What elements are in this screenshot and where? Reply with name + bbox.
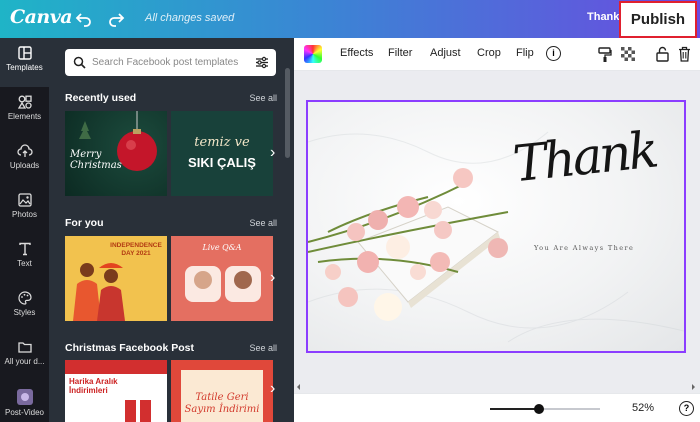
see-all-for-you[interactable]: See all [249, 218, 277, 228]
template-thumb[interactable]: Live Q&A [171, 236, 273, 321]
rail-item-text[interactable]: Text [0, 234, 49, 283]
thumb-text: Merry Christmas [70, 149, 122, 171]
editor-toolbar: Effects Filter Adjust Crop Flip i [294, 38, 700, 71]
trash-icon[interactable] [678, 46, 691, 62]
transparency-icon[interactable] [621, 47, 635, 61]
rail-item-photos[interactable]: Photos [0, 185, 49, 234]
rail-item-templates[interactable]: Templates [0, 38, 49, 87]
effects-button[interactable]: Effects [340, 47, 373, 59]
section-title-for-you: For you [65, 217, 104, 229]
filter-button[interactable]: Filter [388, 47, 412, 59]
rail-label: Post-Video [5, 408, 44, 417]
bottom-bar: 52% ? [294, 393, 700, 422]
photo-icon [17, 193, 32, 207]
help-icon[interactable]: ? [679, 401, 694, 416]
thumb-text: Tatile Geri [195, 392, 249, 403]
subline-text[interactable]: You Are Always There [534, 244, 634, 252]
rail-item-elements[interactable]: Elements [0, 87, 49, 136]
thumb-text: temiz ve [194, 135, 250, 150]
unlock-icon[interactable] [656, 46, 669, 62]
template-search[interactable] [65, 49, 276, 76]
template-thumb[interactable]: temiz ve SIKI ÇALIŞ [171, 111, 273, 196]
next-arrow-icon[interactable]: › [270, 269, 275, 287]
left-rail: Templates Elements Uploads Photos Text S… [0, 38, 49, 422]
design-canvas[interactable]: Thank You Are Always There [306, 100, 686, 353]
rail-item-uploads[interactable]: Uploads [0, 136, 49, 185]
next-arrow-icon[interactable]: › [270, 144, 275, 162]
publish-button[interactable]: Publish [619, 1, 697, 38]
rail-item-all-your-designs[interactable]: All your d... [0, 332, 49, 381]
redo-icon[interactable] [106, 9, 126, 29]
templates-panel: Recently used See all Merry Christmas te… [49, 38, 294, 422]
see-all-recently-used[interactable]: See all [249, 93, 277, 103]
thumb-text: Sayım İndirimi [184, 404, 260, 415]
top-bar: Canva All changes saved Thank You Publis… [0, 0, 700, 38]
template-thumb[interactable]: Merry Christmas [65, 111, 167, 196]
elements-icon [17, 95, 32, 109]
adjust-button[interactable]: Adjust [430, 47, 461, 59]
rail-label: Uploads [9, 161, 40, 170]
save-status: All changes saved [145, 12, 235, 24]
rail-item-styles[interactable]: Styles [0, 283, 49, 332]
text-icon [18, 242, 31, 256]
design-title[interactable]: Thank You [587, 11, 619, 23]
panel-scrollbar[interactable] [285, 68, 290, 158]
cloud-upload-icon [16, 144, 33, 157]
info-icon[interactable]: i [546, 46, 561, 61]
rail-label: Text [17, 259, 32, 268]
zoom-slider-knob[interactable] [534, 404, 545, 414]
video-icon [16, 389, 33, 405]
rail-item-post-video[interactable]: Post-Video [0, 381, 49, 422]
palette-icon [17, 291, 32, 305]
zoom-slider[interactable] [490, 404, 600, 414]
template-thumb[interactable]: Harika Aralık İndirimleri [65, 360, 167, 422]
see-all-christmas[interactable]: See all [249, 343, 277, 353]
thumb-text: Live Q&A [202, 243, 242, 252]
folder-icon [17, 342, 32, 353]
zoom-level[interactable]: 52% [632, 402, 654, 414]
thumb-text: INDEPENDENCE DAY 2021 [110, 242, 162, 257]
rail-label: Photos [12, 210, 37, 219]
template-thumb[interactable]: Tatile Geri Sayım İndirimi [171, 360, 273, 422]
search-input[interactable] [92, 49, 242, 76]
paint-roller-icon[interactable] [598, 47, 612, 63]
flip-button[interactable]: Flip [516, 47, 534, 59]
rail-label: Templates [6, 63, 43, 72]
zoom-slider-fill [490, 408, 540, 410]
template-thumb[interactable]: INDEPENDENCE DAY 2021 [65, 236, 167, 321]
rail-label: Styles [13, 308, 36, 317]
thumb-text: Harika Aralık İndirimleri [69, 377, 118, 395]
filter-sliders-icon[interactable] [255, 56, 269, 69]
section-title-christmas-facebook-post: Christmas Facebook Post [65, 342, 194, 354]
undo-icon[interactable] [74, 9, 94, 29]
rail-label: All your d... [4, 357, 45, 366]
section-title-recently-used: Recently used [65, 92, 137, 104]
canva-logo[interactable]: Canva [10, 6, 73, 28]
rail-label: Elements [7, 112, 42, 121]
color-swatch-icon[interactable] [304, 45, 322, 63]
horizontal-scrollbar[interactable] [294, 382, 700, 392]
crop-button[interactable]: Crop [477, 47, 501, 59]
next-arrow-icon[interactable]: › [270, 380, 275, 398]
search-icon [73, 56, 86, 69]
thumb-text: SIKI ÇALIŞ [188, 155, 256, 170]
templates-icon [17, 46, 32, 60]
